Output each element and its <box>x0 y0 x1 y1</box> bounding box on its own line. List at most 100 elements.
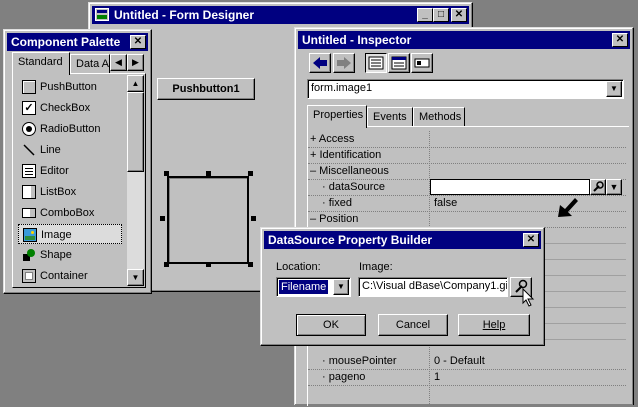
property-row-identification[interactable]: + Identification <box>308 147 626 164</box>
palette-item-radiobutton[interactable]: RadioButton <box>18 119 118 139</box>
forward-button[interactable] <box>333 53 355 73</box>
container-icon <box>22 269 36 283</box>
back-button[interactable] <box>309 53 331 73</box>
palette-item-label: Shape <box>40 249 72 261</box>
inspector-close-button[interactable]: ✕ <box>612 33 628 47</box>
form-designer-title: Untitled - Form Designer <box>114 8 255 22</box>
tab-events[interactable]: Events <box>367 107 413 127</box>
image-component[interactable] <box>167 176 249 264</box>
palette-item-checkbox[interactable]: ✓ CheckBox <box>18 98 118 118</box>
editor-icon <box>22 164 36 178</box>
property-row-datasource[interactable]: · dataSource ▼ <box>308 179 626 196</box>
help-button[interactable]: Help <box>458 314 530 336</box>
tab-scroll-right[interactable]: ▶ <box>127 54 144 71</box>
palette-scrollbar[interactable]: ▲ ▼ <box>127 75 144 286</box>
datasource-dropdown-button[interactable]: ▼ <box>606 179 622 195</box>
resize-handle-bl[interactable] <box>164 262 169 267</box>
tab-methods-label: Methods <box>419 111 462 123</box>
combobox-icon <box>22 208 36 218</box>
location-select[interactable]: Filename ▼ <box>276 277 351 297</box>
pointer-arrow-icon <box>558 198 578 217</box>
scroll-down-button[interactable]: ▼ <box>127 269 144 286</box>
palette-item-image[interactable]: Image <box>18 224 122 244</box>
image-label: Image: <box>359 261 393 273</box>
arrow-left-icon <box>313 57 327 69</box>
palette-tab-panel: PushButton ✓ CheckBox RadioButton Line E… <box>12 73 146 288</box>
resize-handle-br[interactable] <box>248 262 253 267</box>
category-view-icon <box>391 56 407 70</box>
scroll-thumb[interactable] <box>127 92 144 172</box>
image-path-value: C:\Visual dBase\Company1.gi <box>362 280 508 292</box>
close-button[interactable]: ✕ <box>451 8 467 22</box>
minimize-button[interactable]: _ <box>417 8 433 22</box>
property-value: 1 <box>434 371 441 383</box>
view-category-button[interactable] <box>388 53 410 73</box>
radiobutton-icon <box>22 122 36 136</box>
palette-item-listbox[interactable]: ListBox <box>18 182 118 202</box>
property-row-miscellaneous[interactable]: – Miscellaneous <box>308 163 626 180</box>
palette-tab-strip: Standard Data A ◀ ▶ <box>12 52 146 75</box>
palette-close-button[interactable]: ✕ <box>130 35 146 49</box>
palette-item-line[interactable]: Line <box>18 140 118 160</box>
image-path-input[interactable]: C:\Visual dBase\Company1.gi <box>358 277 508 297</box>
property-row-pageno[interactable]: · pageno 1 <box>308 369 626 386</box>
property-label: · fixed <box>322 197 352 209</box>
cancel-button[interactable]: Cancel <box>378 314 448 336</box>
resize-handle-tl[interactable] <box>164 171 169 176</box>
view-object-button[interactable] <box>411 53 433 73</box>
object-selector-dropdown[interactable]: ▼ <box>606 81 622 97</box>
listbox-icon <box>22 185 36 199</box>
arrow-right-icon <box>337 57 351 69</box>
datasource-tool-button[interactable] <box>590 179 606 195</box>
inspector-title: Untitled - Inspector <box>302 33 412 47</box>
inspector-titlebar[interactable]: Untitled - Inspector ✕ <box>298 31 630 49</box>
tab-methods[interactable]: Methods <box>413 107 465 127</box>
inspector-tab-strip: Properties Events Methods <box>307 105 627 128</box>
tab-data-access[interactable]: Data A <box>70 54 110 74</box>
form-designer-titlebar[interactable]: Untitled - Form Designer _ □ ✕ <box>92 6 469 24</box>
palette-item-label: Image <box>41 229 72 241</box>
property-label: – Position <box>310 213 359 225</box>
palette-item-shape[interactable]: Shape <box>18 245 118 265</box>
datasource-value-field[interactable] <box>430 179 590 195</box>
palette-item-editor[interactable]: Editor <box>18 161 118 181</box>
property-row-mousepointer[interactable]: · mousePointer 0 - Default <box>308 353 626 370</box>
palette-item-label: Editor <box>40 165 69 177</box>
palette-item-pushbutton[interactable]: PushButton <box>18 77 118 97</box>
resize-handle-ml[interactable] <box>160 216 165 221</box>
cancel-button-label: Cancel <box>395 319 431 331</box>
dialog-title: DataSource Property Builder <box>268 233 433 247</box>
tab-standard[interactable]: Standard <box>12 52 70 75</box>
object-selector-value: form.image1 <box>311 82 373 94</box>
palette-item-container[interactable]: Container <box>18 266 118 286</box>
view-list-button[interactable] <box>365 53 387 73</box>
resize-handle-tc[interactable] <box>206 171 211 176</box>
palette-item-label: RadioButton <box>40 123 101 135</box>
tab-scroll-left[interactable]: ◀ <box>110 54 127 71</box>
object-selector[interactable]: form.image1 ▼ <box>307 79 624 99</box>
palette-titlebar[interactable]: Component Palette ✕ <box>7 33 148 51</box>
datasource-dialog: DataSource Property Builder ✕ Location: … <box>260 227 545 346</box>
resize-handle-bc[interactable] <box>206 262 211 267</box>
maximize-button[interactable]: □ <box>433 8 449 22</box>
property-value: false <box>434 197 458 209</box>
inspector-window: Untitled - Inspector ✕ form.image1 ▼ Pro… <box>294 27 634 407</box>
tab-events-label: Events <box>373 111 407 123</box>
scroll-up-button[interactable]: ▲ <box>127 75 144 92</box>
property-label: · pageno <box>322 371 366 383</box>
dialog-titlebar[interactable]: DataSource Property Builder ✕ <box>264 231 541 249</box>
ok-button[interactable]: OK <box>296 314 366 336</box>
property-value: 0 - Default <box>434 355 485 367</box>
resize-handle-mr[interactable] <box>251 216 256 221</box>
property-row-access[interactable]: + Access <box>308 131 626 148</box>
palette-item-label: ComboBox <box>40 207 95 219</box>
form-designer-app-icon <box>95 8 109 21</box>
dialog-close-button[interactable]: ✕ <box>523 233 539 247</box>
palette-item-combobox[interactable]: ComboBox <box>18 203 118 223</box>
location-dropdown-button[interactable]: ▼ <box>333 279 349 295</box>
resize-handle-tr[interactable] <box>248 171 253 176</box>
pushbutton1-label: Pushbutton1 <box>172 83 240 95</box>
tab-properties[interactable]: Properties <box>307 105 367 128</box>
pushbutton1[interactable]: Pushbutton1 <box>157 78 255 100</box>
list-view-icon <box>368 56 384 70</box>
